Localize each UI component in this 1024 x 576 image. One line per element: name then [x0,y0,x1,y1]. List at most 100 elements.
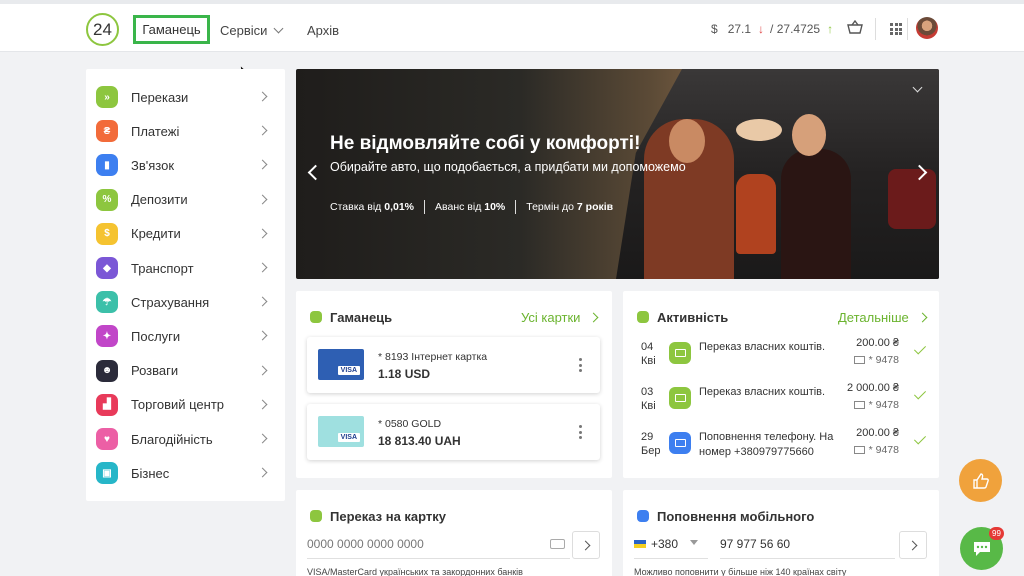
card-number: * 8193 Інтернет картка [378,351,488,363]
phone-icon [637,510,649,522]
banner-image-woman-head [792,114,826,156]
banner-subtitle: Обирайте авто, що подобається, а придбат… [330,160,686,174]
mobile-topup-hint: Можливо поповнити у більше ніж 140 країн… [634,567,847,576]
details-label: Детальніше [838,310,909,325]
card-number-input[interactable]: 0000 0000 0000 0000 [307,537,424,551]
payments-icon: ₴ [96,120,118,143]
sidebar-item-label: Торговий центр [131,397,225,413]
sidebar-item[interactable]: $ Кредити [96,221,276,247]
wallet-card[interactable]: VISA * 8193 Інтернет картка 1.18 USD [307,337,600,393]
activity-card: * 9478 [854,444,899,456]
chevron-down-icon [273,23,284,33]
checkmark-icon [913,387,927,400]
activity-date: 03 Кві [641,386,656,412]
ukraine-flag-icon [634,540,646,548]
transport-icon: ◆ [96,257,118,279]
activity-date: 29 Бер [641,431,661,457]
chevron-right-icon [257,433,268,444]
sidebar-item-label: Платежі [131,123,180,139]
umbrella-icon: ☂ [96,291,118,314]
sidebar-item[interactable]: ▟ Торговий центр [96,392,276,418]
chevron-right-icon [257,194,268,205]
sidebar-item[interactable]: » Перекази [96,84,276,110]
sidebar-item[interactable]: ₴ Платежі [96,118,276,144]
transfer-icon [669,387,691,409]
all-cards-link[interactable]: Усі картки [521,310,599,325]
mobile-topup-title: Поповнення мобільного [657,509,815,524]
mobile-topup-panel: Поповнення мобільного +380 97 977 56 60 … [623,490,939,576]
basket-icon[interactable] [847,20,863,34]
activity-description: Поповнення телефону. На номер +380979775… [699,431,834,458]
activity-card: * 9478 [854,354,899,366]
sidebar-item[interactable]: ▣ Бізнес [96,460,276,486]
card-scan-icon[interactable] [550,539,565,549]
nav-archive[interactable]: Архів [307,17,339,43]
chevron-right-icon [257,467,268,478]
shopping-cart-icon: ▟ [96,393,118,416]
privat24-logo[interactable]: 24 [86,13,119,46]
checkmark-icon [913,432,927,445]
chevron-right-icon [257,125,268,136]
notification-badge: 99 [989,527,1004,540]
sidebar-item[interactable]: ▮ Зв'язок [96,152,276,178]
chevron-right-icon [917,312,928,323]
more-vertical-icon[interactable] [579,358,582,372]
banner-term: Ставка від 0,01% [330,201,415,213]
feedback-thumbs-up-button[interactable] [959,459,1002,502]
phone-number-input[interactable]: 97 977 56 60 [720,537,790,551]
activity-item[interactable]: 03 Кві Переказ власних коштів. 2 000.00 ₴ * … [623,382,939,429]
sidebar-item[interactable]: ♥ Благодійність [96,426,276,452]
banner-prev-arrow-icon[interactable] [307,164,324,181]
country-code[interactable]: +380 [651,537,678,551]
browser-top-bar [0,0,1024,4]
currency-symbol: $ [711,22,718,36]
wallet-card[interactable]: VISA * 0580 GOLD 18 813.40 UAH [307,404,600,460]
all-cards-label: Усі картки [521,310,581,325]
banner-image-woman [781,149,851,279]
activity-amount: 200.00 ₴ [856,337,899,349]
activity-amount: 200.00 ₴ [856,427,899,439]
caret-down-icon[interactable] [690,540,698,545]
chevron-right-icon [257,330,268,341]
visa-logo-icon: VISA [337,366,360,375]
sidebar-item-label: Перекази [131,89,189,105]
puzzle-icon: ✦ [96,325,118,348]
card-number: * 0580 GOLD [378,418,442,430]
wallet-panel: Гаманець Усі картки VISA * 8193 Інтернет… [296,291,612,478]
transfer-submit-button[interactable] [572,531,600,559]
topup-submit-button[interactable] [899,531,927,559]
details-link[interactable]: Детальніше [838,310,928,325]
transfer-icon [669,342,691,364]
apps-grid-icon[interactable] [890,23,902,35]
activity-panel: Активність Детальніше 04 Кві Переказ власн… [623,291,939,478]
sidebar-item[interactable]: ✦ Послуги [96,323,276,349]
sidebar-menu: » Перекази ₴ Платежі ▮ Зв'язок % Депозити $ Креди… [86,69,285,501]
arrow-down-icon: ↓ [758,22,765,36]
chevron-right-icon [257,365,268,376]
sidebar-item-label: Зв'язок [131,157,175,173]
activity-item[interactable]: 04 Кві Переказ власних коштів. 200.00 ₴ * 94… [623,337,939,384]
sidebar-item-label: Транспорт [131,260,194,276]
activity-description: Переказ власних коштів. [699,386,826,398]
sidebar-item[interactable]: ☂ Страхування [96,289,276,315]
rate-sell: / 27.4725 [770,22,821,36]
sidebar-item[interactable]: ☻ Розваги [96,358,276,384]
nav-wallet[interactable]: Гаманець [133,15,210,44]
card-balance: 1.18 USD [378,367,431,381]
nav-services[interactable]: Сервіси [220,17,284,43]
smile-icon: ☻ [96,359,118,382]
sidebar-item[interactable]: % Депозити [96,187,276,213]
heart-icon: ♥ [96,428,118,450]
avatar[interactable] [916,17,938,39]
header-divider [907,18,908,40]
promo-banner[interactable]: Не відмовляйте собі у комфорті! Обирайте… [296,69,939,279]
checkmark-icon [913,342,927,355]
activity-item[interactable]: 29 Бер Поповнення телефону. На номер +3809… [623,427,939,474]
more-vertical-icon[interactable] [579,425,582,439]
chevron-right-icon [257,262,268,273]
sidebar-item[interactable]: ◆ Транспорт [96,255,276,281]
sidebar-item-label: Кредити [131,226,181,242]
signal-icon: ▮ [96,154,118,177]
banner-image-taillight [888,169,936,229]
card-transfer-hint: VISA/MasterCard українських та закордонн… [307,567,523,576]
